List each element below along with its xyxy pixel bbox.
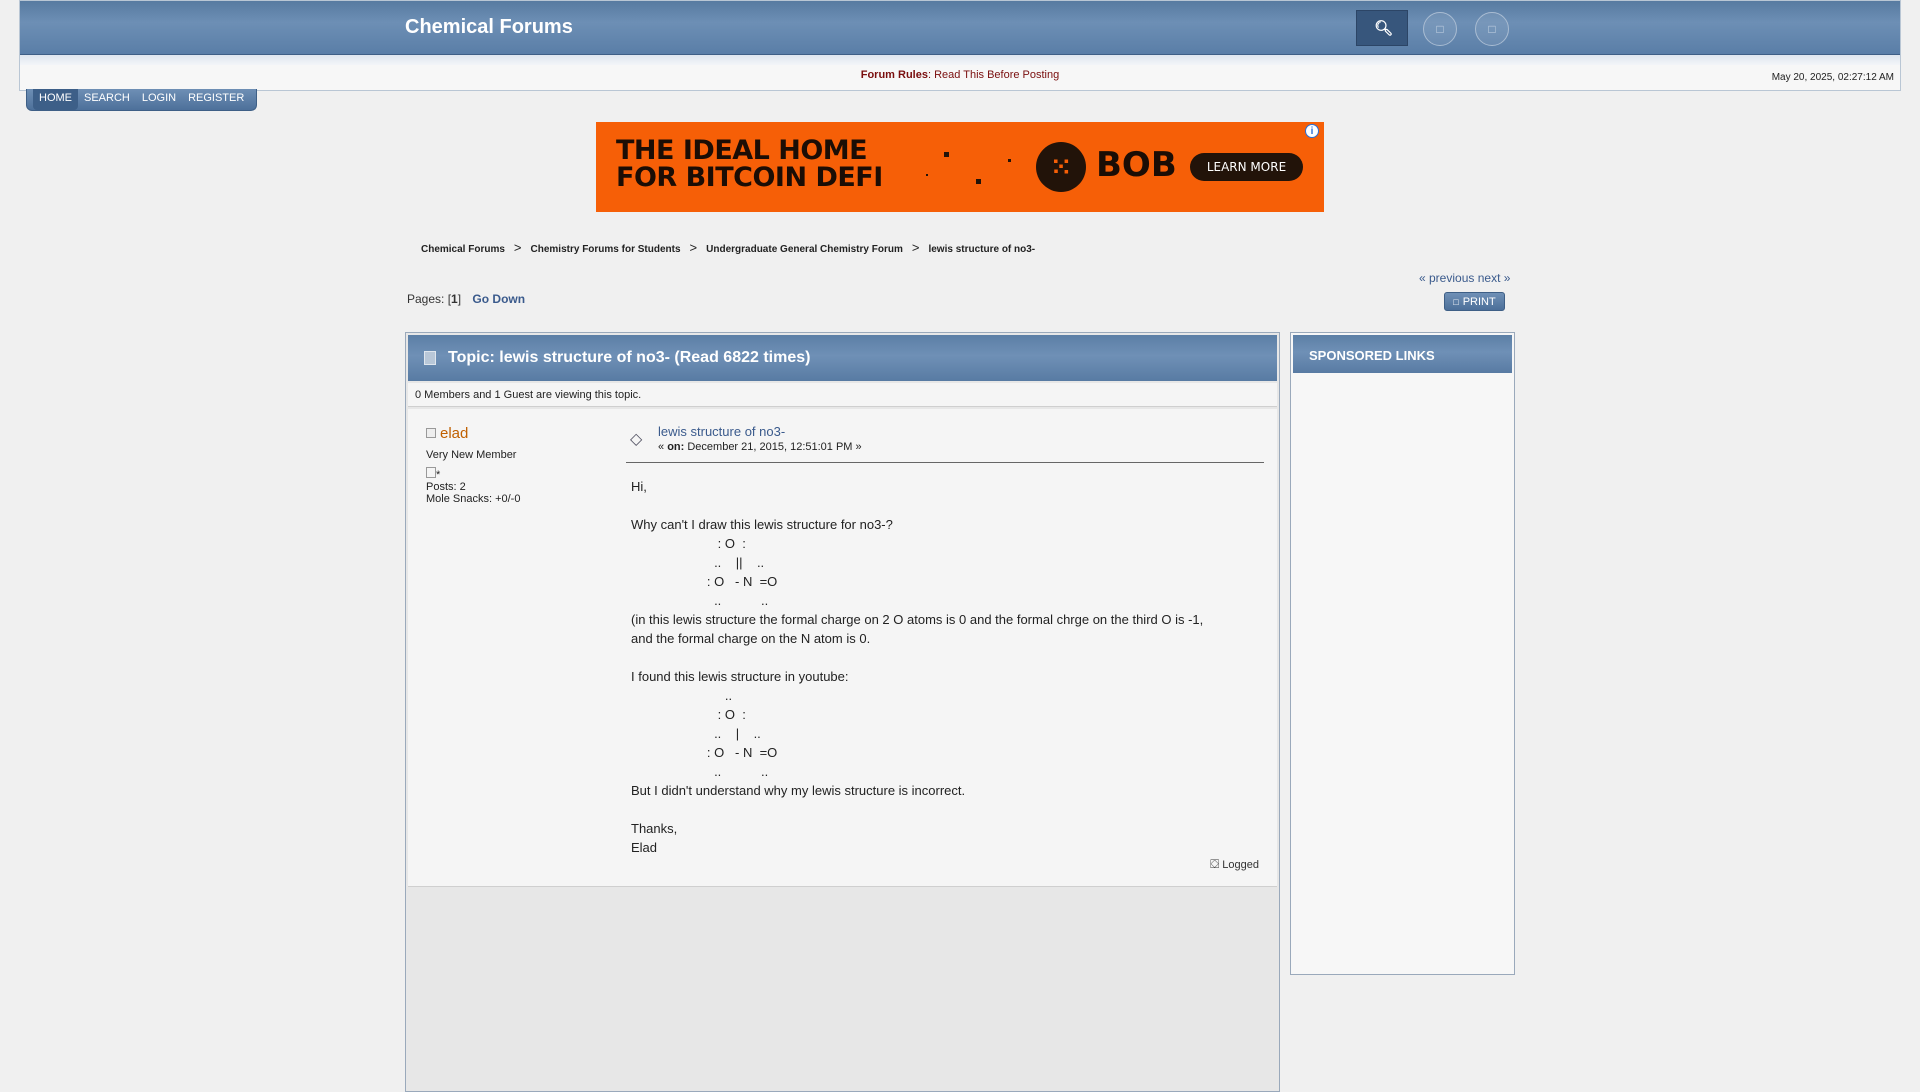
social-icon: □ bbox=[1436, 22, 1444, 36]
rss-icon-button[interactable]: □ bbox=[1475, 12, 1509, 46]
previous-topic-link[interactable]: « previous bbox=[1419, 271, 1474, 285]
nav-register[interactable]: REGISTER bbox=[182, 89, 250, 110]
post-date-value: December 21, 2015, 12:51:01 PM » bbox=[684, 441, 862, 453]
ad-brand-logo: ⁙ bbox=[1036, 142, 1086, 192]
ad-decoration-dot bbox=[976, 179, 981, 184]
topic-prev-next: « previous next » bbox=[1419, 271, 1510, 285]
post-date-prefix: « bbox=[658, 441, 668, 453]
main-nav: HOME SEARCH LOGIN REGISTER bbox=[26, 89, 258, 111]
post-date-on: on: bbox=[667, 441, 685, 453]
site-header: Chemical Forums 🔍︎ □ □ Forum Rules: Read… bbox=[19, 0, 1901, 91]
site-title-link[interactable]: Chemical Forums bbox=[405, 16, 573, 39]
social-icon-button[interactable]: □ bbox=[1423, 12, 1457, 46]
pages-label: Pages: [ bbox=[407, 292, 452, 306]
ad-headline-line1: THE IDEAL HOME bbox=[616, 135, 868, 166]
breadcrumb-item[interactable]: Undergraduate General Chemistry Forum bbox=[706, 244, 903, 255]
broken-image-icon bbox=[426, 467, 436, 478]
poster-posts: Posts: 2 bbox=[426, 481, 466, 493]
forum-rules-line: Forum Rules: Read This Before Posting bbox=[860, 69, 1060, 81]
forum-rules-link[interactable]: Read This Before Posting bbox=[934, 69, 1059, 81]
topic-header: Topic: lewis structure of no3- (Read 682… bbox=[408, 335, 1277, 381]
offline-status-icon bbox=[426, 428, 436, 438]
print-label: PRINT bbox=[1462, 295, 1496, 308]
ad-decoration-dot bbox=[926, 174, 928, 176]
post-header: ◇ lewis structure of no3- « on: December… bbox=[626, 421, 1264, 463]
post-date: « on: December 21, 2015, 12:51:01 PM » bbox=[658, 441, 862, 453]
ad-headline-line2: FOR BITCOIN DEFI bbox=[616, 162, 883, 193]
breadcrumb-item[interactable]: Chemical Forums bbox=[421, 244, 505, 255]
logged-label: Logged bbox=[1222, 859, 1259, 871]
ad-decoration-dot bbox=[944, 152, 949, 157]
sponsored-links-title: SPONSORED LINKS bbox=[1293, 335, 1512, 373]
poster-rank: Very New Member bbox=[426, 449, 517, 461]
header-bar: Chemical Forums 🔍︎ □ □ bbox=[20, 1, 1900, 65]
search-icon: 🔍︎ bbox=[1373, 20, 1393, 37]
sponsored-links-panel: SPONSORED LINKS bbox=[1290, 332, 1515, 975]
pagination: Pages: [1] Go Down bbox=[407, 292, 525, 306]
topic-icon bbox=[424, 351, 436, 365]
search-button[interactable]: 🔍︎ bbox=[1356, 10, 1408, 46]
current-datetime: May 20, 2025, 02:27:12 AM bbox=[1771, 72, 1894, 83]
poster-avatar-alt: * bbox=[436, 469, 441, 481]
post-xx-icon: ◇ bbox=[630, 431, 643, 448]
post: elad Very New Member * Posts: 2 Mole Sna… bbox=[408, 409, 1277, 887]
poster-name: elad bbox=[426, 425, 616, 442]
ad-brand-name: BOB bbox=[1096, 145, 1177, 185]
nav-login[interactable]: LOGIN bbox=[136, 89, 182, 110]
poster-stars: * bbox=[426, 467, 616, 481]
topic-container: Topic: lewis structure of no3- (Read 682… bbox=[405, 332, 1280, 1092]
ad-decoration-dot bbox=[1008, 159, 1011, 162]
post-body: Hi, Why can't I draw this lewis structur… bbox=[631, 479, 1204, 855]
poster-profile-link[interactable]: elad bbox=[440, 425, 468, 442]
breadcrumb-item-current[interactable]: lewis structure of no3- bbox=[928, 244, 1035, 255]
post-subject-link[interactable]: lewis structure of no3- bbox=[658, 424, 785, 439]
logged-indicator: ⛋ Logged bbox=[1210, 857, 1259, 872]
breadcrumb-separator: > bbox=[911, 240, 920, 255]
current-page: 1 bbox=[451, 292, 458, 306]
nav-search[interactable]: SEARCH bbox=[78, 89, 136, 110]
ad-learn-more-button[interactable]: LEARN MORE bbox=[1190, 153, 1303, 181]
rss-icon: □ bbox=[1488, 22, 1496, 36]
ad-headline: THE IDEAL HOME FOR BITCOIN DEFI bbox=[616, 137, 883, 191]
forum-rules-label: Forum Rules bbox=[860, 69, 928, 81]
poster-mole-snacks: Mole Snacks: +0/-0 bbox=[426, 493, 521, 505]
next-topic-link[interactable]: next » bbox=[1478, 271, 1511, 285]
topic-title: Topic: lewis structure of no3- (Read 682… bbox=[448, 349, 811, 366]
breadcrumb-item[interactable]: Chemistry Forums for Students bbox=[531, 244, 681, 255]
ad-info-icon[interactable]: i bbox=[1305, 124, 1319, 138]
go-down-link[interactable]: Go Down bbox=[472, 292, 525, 306]
ip-logged-icon: ⛋ bbox=[1210, 857, 1220, 871]
poster-info: elad Very New Member * Posts: 2 Mole Sna… bbox=[426, 425, 616, 505]
breadcrumb: Chemical Forums > Chemistry Forums for Stu… bbox=[421, 240, 1035, 255]
topic-viewers: 0 Members and 1 Guest are viewing this t… bbox=[408, 383, 1277, 407]
breadcrumb-separator: > bbox=[513, 240, 522, 255]
print-button[interactable]: □ PRINT bbox=[1444, 292, 1505, 311]
print-icon: □ bbox=[1453, 296, 1459, 307]
pages-close: ] bbox=[457, 292, 462, 306]
banner-ad[interactable]: THE IDEAL HOME FOR BITCOIN DEFI ⁙ BOB LE… bbox=[596, 122, 1324, 212]
nav-home[interactable]: HOME bbox=[33, 89, 78, 110]
breadcrumb-separator: > bbox=[689, 240, 698, 255]
